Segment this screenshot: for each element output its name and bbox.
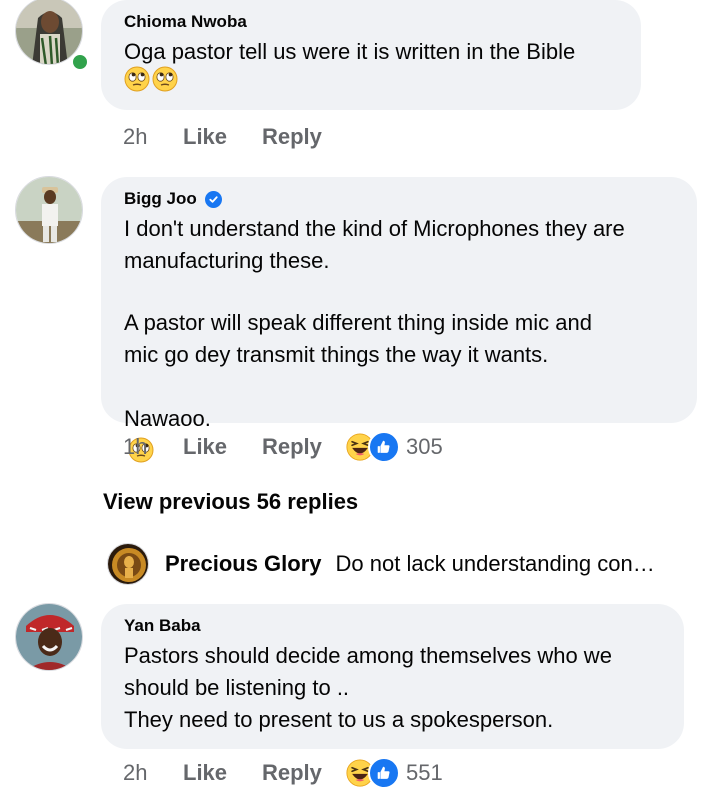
comment-bubble[interactable]: Bigg Joo I don't understand the kind of … xyxy=(101,177,697,423)
comment-time[interactable]: 2h xyxy=(123,124,183,150)
comment-author[interactable]: Bigg Joo xyxy=(124,189,197,209)
reply-button[interactable]: Reply xyxy=(262,124,344,150)
comment-time[interactable]: 2h xyxy=(123,760,183,786)
avatar[interactable] xyxy=(15,603,83,671)
reply-button[interactable]: Reply xyxy=(262,760,344,786)
comment-text: Oga pastor tell us were it is written in… xyxy=(124,39,576,64)
comment-meta: 2h Like Reply xyxy=(123,124,344,150)
comment-text-paragraph: A pastor will speak different thing insi… xyxy=(124,310,592,367)
like-reaction-icon xyxy=(368,757,400,789)
reply-text: Do not lack understanding con… xyxy=(335,551,655,576)
comment-bubble[interactable]: Chioma Nwoba Oga pastor tell us were it … xyxy=(101,0,641,110)
comment-time[interactable]: 1h xyxy=(123,434,183,460)
comment-text: Pastors should decide among themselves w… xyxy=(124,643,612,732)
online-status-dot xyxy=(70,52,90,72)
eye-roll-emoji xyxy=(152,66,178,92)
comment-author[interactable]: Yan Baba xyxy=(124,616,662,636)
reply-button[interactable]: Reply xyxy=(262,434,344,460)
verified-badge-icon xyxy=(204,190,222,208)
reactions-summary[interactable]: 305 xyxy=(344,431,443,463)
eye-roll-emoji xyxy=(124,66,150,92)
comment-meta: 1h Like Reply 305 xyxy=(123,431,443,463)
comment-author-row: Bigg Joo xyxy=(124,189,675,209)
reply-author[interactable]: Precious Glory xyxy=(165,551,322,577)
comment-text-paragraph: I don't understand the kind of Microphon… xyxy=(124,216,625,273)
reactions-summary[interactable]: 551 xyxy=(344,757,443,789)
comment-emoji-row xyxy=(124,66,619,92)
reply-preview[interactable]: Precious Glory Do not lack understanding… xyxy=(107,543,655,585)
reaction-count: 551 xyxy=(406,760,443,785)
like-reaction-icon xyxy=(368,431,400,463)
avatar[interactable] xyxy=(107,543,149,585)
comment-text-end: Nawaoo. xyxy=(124,406,211,431)
like-button[interactable]: Like xyxy=(183,760,262,786)
comment-author[interactable]: Chioma Nwoba xyxy=(124,12,619,32)
comment-bubble[interactable]: Yan Baba Pastors should decide among the… xyxy=(101,604,684,749)
reaction-count: 305 xyxy=(406,434,443,459)
like-button[interactable]: Like xyxy=(183,124,262,150)
comment-meta: 2h Like Reply 551 xyxy=(123,757,443,789)
avatar[interactable] xyxy=(15,176,83,244)
view-previous-replies-link[interactable]: View previous 56 replies xyxy=(103,489,358,515)
like-button[interactable]: Like xyxy=(183,434,262,460)
